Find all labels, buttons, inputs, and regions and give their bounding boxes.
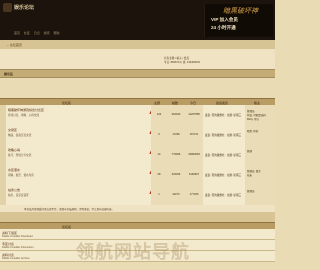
last-post[interactable]: 发表: 晕的我想吐 . 主题: 星期三 [205,173,241,177]
forum-row[interactable]: 暗黑破坏神游戏综合讨论区 游戏讨论、攻略、心得交流 120 364023 112… [0,105,275,126]
menu-item-community[interactable]: 社区 [24,31,30,35]
section-divider [0,212,275,222]
site-header: 娱乐论坛 首页 社区 日记 搜索 帮助 暗黑破坏神 VIP 加入会员 24 小时… [0,0,275,40]
moderators: 管理员, 版主 站长 [247,170,261,178]
today-count: 11267558 [188,113,200,116]
forum-name[interactable]: 交易区 [8,128,17,132]
category-bar: 娱乐区 [0,69,275,78]
breadcrumb[interactable]: → 论坛首页 [6,43,22,47]
forum-name[interactable]: 攻略心得 [8,148,20,152]
today-count: 167471 [189,133,199,136]
col-posts: 帖数 [172,100,179,105]
forum-stats: 共有主题 / 帖子 / 会员 今日: 8846714 | 总: 31940900… [164,57,200,65]
moderators: 管理 [247,150,252,154]
last-post[interactable]: 发表: 晕的我想吐 . 主题: 星期三 [205,113,241,117]
post-count: 32273 [172,193,180,196]
stats-line-2: 今日: 8846714 | 总: 319409003 [164,61,200,64]
last-post[interactable]: 发表: 晕的我想吐 . 主题: 星期三 [205,133,241,137]
category-label[interactable]: 娱乐区 [4,72,13,76]
today-count: 19893993 [188,153,200,156]
forum-row[interactable]: 水区灌水 闲聊、娱乐、灌水专区 28 323466 6190907 发表: 晕的… [0,165,275,186]
forum-row[interactable]: 交易区 物品、装备买卖交流 0 17299 167471 发表: 晕的我想吐 .… [0,125,275,146]
menu-item-diary[interactable]: 日记 [34,31,40,35]
moderator[interactable]: 站长 [247,174,261,178]
last-post[interactable]: 发表: 晕的我想吐 . 主题: 星期三 [205,153,241,157]
post-count: 323466 [171,173,181,176]
post-count: 364023 [171,113,181,116]
moderators: 管理员 [247,190,255,194]
banner-line-2: 24 小时开通 [211,25,236,30]
col-forum: 论坛名 [62,100,72,105]
menu-item-search[interactable]: 搜索 [44,31,50,35]
forum-row[interactable]: 站务公告 站务、意见反馈区 1 32273 177260 发表: 晕的我想吐 .… [0,185,275,206]
topic-count: 14 [157,153,161,156]
topic-count: 120 [156,113,162,116]
moderator[interactable]: 管理员 [247,190,255,194]
moderator[interactable]: 暗黑, 你好 [247,130,258,134]
col-forum: 论坛名 [62,224,72,229]
forum-desc: 物品、装备买卖交流 [8,134,32,137]
topic-count: 1 [158,193,160,196]
forum-name[interactable]: 站务公告 [8,188,20,192]
topic-count: 28 [157,173,161,176]
forum-desc: 闲聊、娱乐、灌水专区 [8,174,34,177]
menu-item-home[interactable]: 首页 [14,31,20,35]
forum-desc: 技巧、经验分享交流 [8,154,32,157]
topic-count: 0 [158,133,160,136]
menu-item-help[interactable]: 帮助 [53,31,59,35]
moderators: 管理员 你说, 可能是这样 Ruby, 可以 [247,110,266,122]
banner-line-1: VIP 加入会员 [211,17,238,22]
moderator[interactable]: 管理 [247,150,252,154]
site-title[interactable]: 娱乐论坛 [14,4,34,11]
forum-row[interactable]: 攻略心得 技巧、经验分享交流 14 779966 19893993 发表: 晕的… [0,145,275,166]
forum-desc: 站务、意见反馈区 [8,194,29,197]
col-last-post: 最后发表 [216,100,229,105]
forum-desc: Diablo II Ladder Archive [2,257,30,260]
col-topics: 主题 [154,100,161,105]
post-count: 17299 [172,133,180,136]
forum-name[interactable]: 水区灌水 [8,168,20,172]
today-count: 177260 [189,193,199,196]
moderators: 暗黑, 你好 [247,130,258,134]
vip-banner[interactable]: 暗黑破坏神 VIP 加入会员 24 小时开通 [204,4,273,37]
col-moderators: 版主 [254,100,261,105]
forum-desc: Diablo II Ladder Discussion [2,246,34,249]
today-count: 6190907 [188,173,200,176]
last-post[interactable]: 发表: 晕的我想吐 . 主题: 星期三 [205,193,241,197]
col-today: 今日 [190,100,197,105]
moderator[interactable]: Ruby, 可以 [247,118,266,122]
site-logo-icon[interactable] [3,3,12,12]
forum-desc: 游戏讨论、攻略、心得交流 [8,114,40,117]
banner-logo: 暗黑破坏神 [223,7,258,15]
watermark: 领航网站导航 [76,242,190,263]
post-count: 779966 [171,153,181,156]
info-panel [0,49,275,70]
notice-text: 本论坛为游戏爱好者交流平台，请遵守论坛规则，文明发帖，禁止发布违规内容。 [24,208,115,211]
forum-name[interactable]: 暗黑破坏神游戏综合讨论区 [8,108,44,112]
forum-desc: Diablo II Ladder Download [2,235,33,238]
top-menu: 首页 社区 日记 搜索 帮助 [14,31,62,35]
